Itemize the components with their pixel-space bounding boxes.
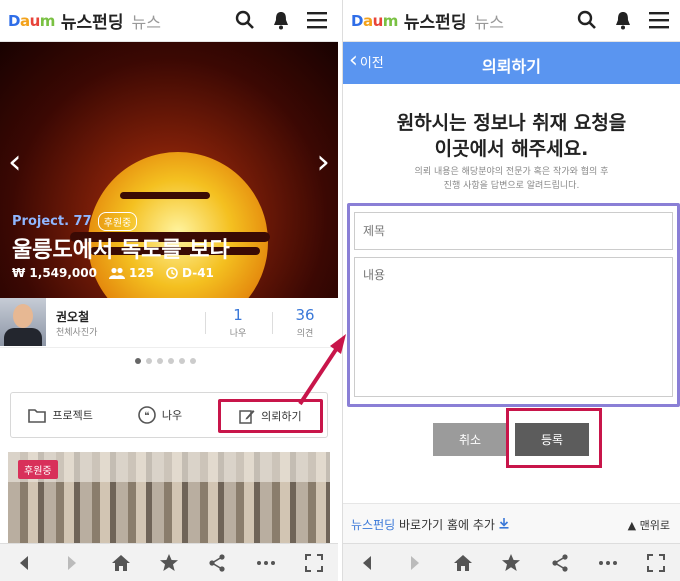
comment-count-value: 36 <box>295 306 315 324</box>
bookmark-star-icon[interactable] <box>497 549 525 577</box>
search-icon[interactable] <box>234 8 256 32</box>
forward-icon[interactable] <box>58 549 86 577</box>
project-card[interactable]: 후원중 <box>8 452 330 547</box>
section-title[interactable]: 뉴스 <box>474 9 503 33</box>
browser-toolbar <box>0 543 338 581</box>
hero-banner[interactable]: ‹ › Project. 77 후원중 울릉도에서 독도를 보다 ₩ 1,549… <box>0 42 338 298</box>
request-description-line2: 진행 사항을 답변으로 알려드립니다. <box>443 181 580 191</box>
back-icon[interactable] <box>10 549 38 577</box>
request-heading: 원하시는 정보나 취재 요청을 이곳에서 해주세요. <box>343 110 680 162</box>
request-button-label: 의뢰하기 <box>261 410 302 423</box>
page-title: 의뢰하기 <box>482 57 541 76</box>
to-top-button[interactable]: ▲ 맨위로 <box>628 517 670 533</box>
daum-logo[interactable]: Daum <box>351 12 398 30</box>
fullscreen-icon[interactable] <box>642 549 670 577</box>
carousel-pager[interactable] <box>135 358 196 364</box>
section-title[interactable]: 뉴스 <box>131 9 160 33</box>
share-icon[interactable] <box>546 549 574 577</box>
comment-count[interactable]: 36 의견 <box>272 306 338 339</box>
home-icon[interactable] <box>449 549 477 577</box>
to-top-label: 맨위로 <box>639 519 670 532</box>
card-status-badge: 후원중 <box>18 460 58 479</box>
home-icon[interactable] <box>107 549 135 577</box>
now-count[interactable]: 1 나우 <box>205 306 271 339</box>
submit-button[interactable]: 등록 <box>515 423 589 456</box>
action-bar: 프로젝트 ❝ 나우 의뢰하기 <box>10 392 328 438</box>
request-header: ‹ 이전 의뢰하기 <box>343 42 680 84</box>
bell-icon[interactable] <box>612 8 634 32</box>
author-role: 천체사진가 <box>56 328 98 338</box>
add-to-home-link[interactable]: 뉴스펀딩 바로가기 홈에 추가 <box>351 516 509 533</box>
pager-dot[interactable] <box>157 358 163 364</box>
request-description-line1: 의뢰 내용은 해당분야의 전문가 혹은 작가와 협의 후 <box>414 167 609 177</box>
clock-icon <box>166 267 178 279</box>
pager-dot[interactable] <box>146 358 152 364</box>
menu-icon[interactable] <box>306 8 328 32</box>
top-bar: Daum 뉴스펀딩 뉴스 <box>343 0 680 42</box>
carousel-prev-icon[interactable]: ‹ <box>8 142 22 182</box>
brand-title[interactable]: 뉴스펀딩 <box>404 8 467 33</box>
bookmark-star-icon[interactable] <box>155 549 183 577</box>
forward-icon[interactable] <box>401 549 429 577</box>
pager-dot[interactable] <box>179 358 185 364</box>
request-button[interactable]: 의뢰하기 <box>217 399 323 433</box>
bell-icon[interactable] <box>270 8 292 32</box>
arrow-up-icon: ▲ <box>627 519 637 532</box>
title-input[interactable] <box>354 212 673 250</box>
quote-icon: ❝ <box>138 406 156 424</box>
back-icon[interactable] <box>353 549 381 577</box>
request-form <box>347 203 680 407</box>
request-description: 의뢰 내용은 해당분야의 전문가 혹은 작가와 협의 후 진행 사항을 답변으로… <box>343 165 680 193</box>
now-count-value: 1 <box>233 306 243 324</box>
funding-amount: ₩ 1,549,000 <box>12 266 97 280</box>
avatar[interactable] <box>0 298 46 346</box>
now-count-label: 나우 <box>229 329 247 339</box>
more-icon[interactable] <box>252 549 280 577</box>
days-left: D-41 <box>182 266 214 280</box>
cancel-button[interactable]: 취소 <box>433 423 507 456</box>
search-icon[interactable] <box>576 8 598 32</box>
share-icon[interactable] <box>203 549 231 577</box>
brand-title[interactable]: 뉴스펀딩 <box>61 8 124 33</box>
browser-toolbar <box>343 543 680 581</box>
backers-icon <box>108 267 125 279</box>
shortcut-brand: 뉴스펀딩 <box>351 518 396 532</box>
svg-text:❝: ❝ <box>144 411 149 422</box>
request-heading-line2: 이곳에서 해주세요. <box>434 138 589 160</box>
carousel-next-icon[interactable]: › <box>316 142 330 182</box>
right-screen: Daum 뉴스펀딩 뉴스 ‹ 이전 의뢰하기 원하시는 정보나 취재 요청을 이… <box>342 0 680 581</box>
download-icon <box>499 518 509 529</box>
left-screen: Daum 뉴스펀딩 뉴스 ‹ › Project. 77 후원중 울릉도에서 독… <box>0 0 338 581</box>
shortcut-bar: 뉴스펀딩 바로가기 홈에 추가 ▲ 맨위로 <box>343 503 680 543</box>
pager-dot[interactable] <box>135 358 141 364</box>
daum-logo[interactable]: Daum <box>8 12 55 30</box>
pager-dot[interactable] <box>190 358 196 364</box>
fullscreen-icon[interactable] <box>300 549 328 577</box>
status-badge: 후원중 <box>97 212 138 231</box>
backers-count: 125 <box>128 266 155 280</box>
folder-icon <box>28 408 47 423</box>
author-profile[interactable]: 권오철 천체사진가 1 나우 36 의견 <box>0 298 338 348</box>
submit-highlight: 등록 <box>506 408 602 468</box>
project-button[interactable]: 프로젝트 <box>11 393 110 437</box>
now-button[interactable]: ❝ 나우 <box>110 393 209 437</box>
pager-dot[interactable] <box>168 358 174 364</box>
shortcut-text: 바로가기 홈에 추가 <box>395 518 495 532</box>
project-button-label: 프로젝트 <box>52 409 93 422</box>
comment-count-label: 의견 <box>296 329 314 339</box>
more-icon[interactable] <box>594 549 622 577</box>
author-name[interactable]: 권오철 <box>56 308 89 325</box>
content-textarea[interactable] <box>354 257 673 397</box>
top-bar: Daum 뉴스펀딩 뉴스 <box>0 0 338 42</box>
project-label: Project. 77 <box>12 214 92 229</box>
menu-icon[interactable] <box>648 8 670 32</box>
edit-icon <box>239 410 255 424</box>
request-heading-line1: 원하시는 정보나 취재 요청을 <box>396 112 627 134</box>
now-button-label: 나우 <box>161 409 183 422</box>
hero-title[interactable]: 울릉도에서 독도를 보다 <box>12 232 230 264</box>
